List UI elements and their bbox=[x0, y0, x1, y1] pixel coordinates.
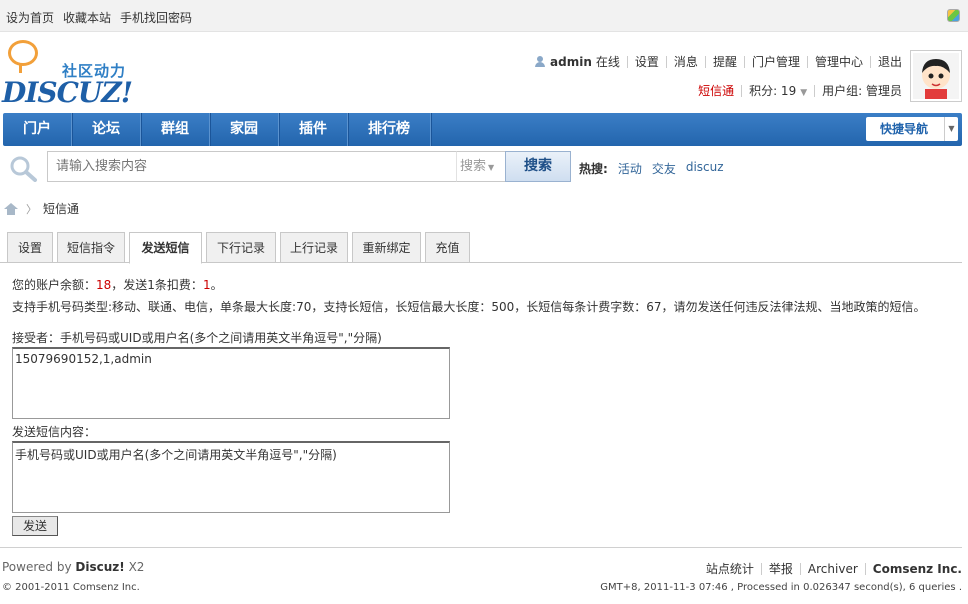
logo-bubble-icon bbox=[8, 40, 38, 73]
sms-info: 您的账户余额：18，发送1条扣费：1。 支持手机号码类型:移动、联通、电信，单条… bbox=[12, 276, 952, 315]
divider bbox=[869, 55, 871, 68]
divider bbox=[864, 562, 866, 575]
send-button[interactable]: 发送 bbox=[12, 516, 58, 536]
hot-search-label: 热搜: bbox=[579, 162, 608, 176]
tab-sms-commands[interactable]: 短信指令 bbox=[57, 232, 125, 263]
powered-version: X2 bbox=[128, 560, 145, 574]
debug-info: GMT+8, 2011-11-3 07:46 , Processed in 0.… bbox=[600, 582, 962, 593]
username-link[interactable]: admin bbox=[550, 55, 592, 69]
points-menu[interactable]: 积分: 19 ▼ bbox=[749, 82, 807, 99]
hot-word-discuz[interactable]: discuz bbox=[686, 160, 724, 177]
top-links: 设为首页 收藏本站 手机找回密码 bbox=[6, 9, 192, 26]
copyright: © 2001-2011 Comsenz Inc. bbox=[2, 582, 140, 593]
hot-search: 热搜: 活动 交友 discuz bbox=[579, 160, 724, 177]
online-status: 在线 bbox=[595, 55, 620, 69]
tab-rebind[interactable]: 重新绑定 bbox=[352, 232, 421, 263]
quick-nav-label: 快捷导航 bbox=[880, 122, 929, 136]
search-input[interactable] bbox=[48, 152, 457, 181]
divider bbox=[741, 84, 743, 97]
nav-forum[interactable]: 论坛 bbox=[72, 113, 141, 146]
powered-brand[interactable]: Discuz! bbox=[75, 560, 124, 574]
divider bbox=[799, 562, 801, 575]
report-link[interactable]: 举报 bbox=[769, 560, 793, 577]
sms-link[interactable]: 短信通 bbox=[698, 82, 734, 99]
search-button[interactable]: 搜索 bbox=[505, 151, 571, 182]
search-type-label: 搜索 bbox=[460, 159, 487, 174]
recover-password-link[interactable]: 手机找回密码 bbox=[120, 9, 192, 26]
divider bbox=[665, 55, 667, 68]
nav-ranking[interactable]: 排行榜 bbox=[348, 113, 431, 146]
divider bbox=[743, 55, 745, 68]
breadcrumb: 〉 短信通 bbox=[4, 200, 79, 217]
powered-prefix: Powered by bbox=[2, 560, 72, 574]
user-icon bbox=[535, 56, 546, 67]
avatar-image bbox=[913, 53, 959, 99]
divider bbox=[626, 55, 628, 68]
footer-divider bbox=[0, 547, 962, 548]
top-utility-bar: 设为首页 收藏本站 手机找回密码 bbox=[0, 0, 968, 32]
balance-prefix: 您的账户余额： bbox=[12, 278, 97, 292]
balance-value: 18 bbox=[96, 278, 112, 292]
divider bbox=[814, 84, 816, 97]
user-stats: 短信通 积分: 19 ▼ 用户组: 管理员 bbox=[698, 82, 902, 99]
settings-link[interactable]: 设置 bbox=[635, 53, 659, 70]
chevron-right-icon: 〉 bbox=[26, 202, 37, 216]
message-textarea[interactable]: 手机号码或UID或用户名(多个之间请用英文半角逗号","分隔) bbox=[12, 441, 450, 513]
divider bbox=[704, 55, 706, 68]
hot-word-dating[interactable]: 交友 bbox=[652, 160, 676, 177]
powered-by: Powered by Discuz! X2 bbox=[2, 560, 144, 574]
recipients-label: 接受者：手机号码或UID或用户名(多个之间请用英文半角逗号","分隔) bbox=[12, 331, 382, 345]
messages-link[interactable]: 消息 bbox=[674, 53, 698, 70]
user-nav: admin 在线 设置 消息 提醒 门户管理 管理中心 退出 bbox=[535, 53, 902, 70]
tab-recharge[interactable]: 充值 bbox=[425, 232, 470, 263]
search-icon bbox=[8, 154, 38, 182]
archiver-link[interactable]: Archiver bbox=[808, 562, 858, 576]
balance-line: 您的账户余额：18，发送1条扣费：1。 bbox=[12, 276, 952, 293]
search-type-select[interactable]: 搜索 ▼ bbox=[456, 151, 506, 182]
cost-value: 1 bbox=[202, 278, 211, 292]
style-switch-icon[interactable] bbox=[947, 9, 960, 22]
tab-send-sms[interactable]: 发送短信 bbox=[129, 232, 202, 264]
nav-groups[interactable]: 群组 bbox=[141, 113, 210, 146]
logo-text: DISCUZ! bbox=[2, 76, 133, 109]
logout-link[interactable]: 退出 bbox=[878, 53, 902, 70]
breadcrumb-current: 短信通 bbox=[43, 202, 80, 216]
avatar[interactable] bbox=[910, 50, 962, 102]
main-nav: 门户 论坛 群组 家园 插件 排行榜 快捷导航 ▼ bbox=[3, 113, 962, 146]
tab-inbound-log[interactable]: 上行记录 bbox=[280, 232, 348, 263]
nav-portal[interactable]: 门户 bbox=[3, 113, 72, 146]
support-text: 支持手机号码类型:移动、联通、电信，单条最大长度:70，支持长短信，长短信最大长… bbox=[12, 300, 926, 314]
search-box bbox=[47, 151, 457, 182]
admin-center-link[interactable]: 管理中心 bbox=[815, 53, 863, 70]
portal-admin-link[interactable]: 门户管理 bbox=[752, 53, 800, 70]
tab-settings[interactable]: 设置 bbox=[7, 232, 53, 263]
points-label: 积分: 19 bbox=[749, 84, 797, 98]
chevron-down-icon: ▼ bbox=[800, 88, 808, 98]
set-homepage-link[interactable]: 设为首页 bbox=[6, 9, 54, 26]
home-icon[interactable] bbox=[4, 202, 18, 215]
chevron-down-icon: ▼ bbox=[944, 117, 958, 141]
bookmark-site-link[interactable]: 收藏本站 bbox=[63, 9, 111, 26]
tab-outbound-log[interactable]: 下行记录 bbox=[206, 232, 276, 263]
cost-prefix: ，发送1条扣费： bbox=[111, 278, 203, 292]
company-link[interactable]: Comsenz Inc. bbox=[873, 562, 962, 576]
tab-bar: 设置 短信指令 发送短信 下行记录 上行记录 重新绑定 充值 bbox=[0, 231, 962, 264]
site-logo[interactable]: 社区动力 DISCUZ! bbox=[2, 40, 142, 109]
recipients-textarea[interactable]: 15079690152,1,admin bbox=[12, 347, 450, 419]
nav-home[interactable]: 家园 bbox=[210, 113, 279, 146]
notifications-link[interactable]: 提醒 bbox=[713, 53, 737, 70]
nav-plugins[interactable]: 插件 bbox=[279, 113, 348, 146]
user-group-link[interactable]: 用户组: 管理员 bbox=[822, 82, 902, 99]
message-label: 发送短信内容： bbox=[12, 425, 97, 439]
divider bbox=[760, 562, 762, 575]
divider bbox=[806, 55, 808, 68]
chevron-down-icon: ▼ bbox=[488, 163, 495, 172]
quick-nav-button[interactable]: 快捷导航 ▼ bbox=[866, 117, 958, 141]
cost-suffix: 。 bbox=[210, 278, 223, 292]
site-stats-link[interactable]: 站点统计 bbox=[706, 560, 754, 577]
footer-links: 站点统计 举报 Archiver Comsenz Inc. bbox=[706, 560, 962, 577]
hot-word-activities[interactable]: 活动 bbox=[618, 160, 642, 177]
